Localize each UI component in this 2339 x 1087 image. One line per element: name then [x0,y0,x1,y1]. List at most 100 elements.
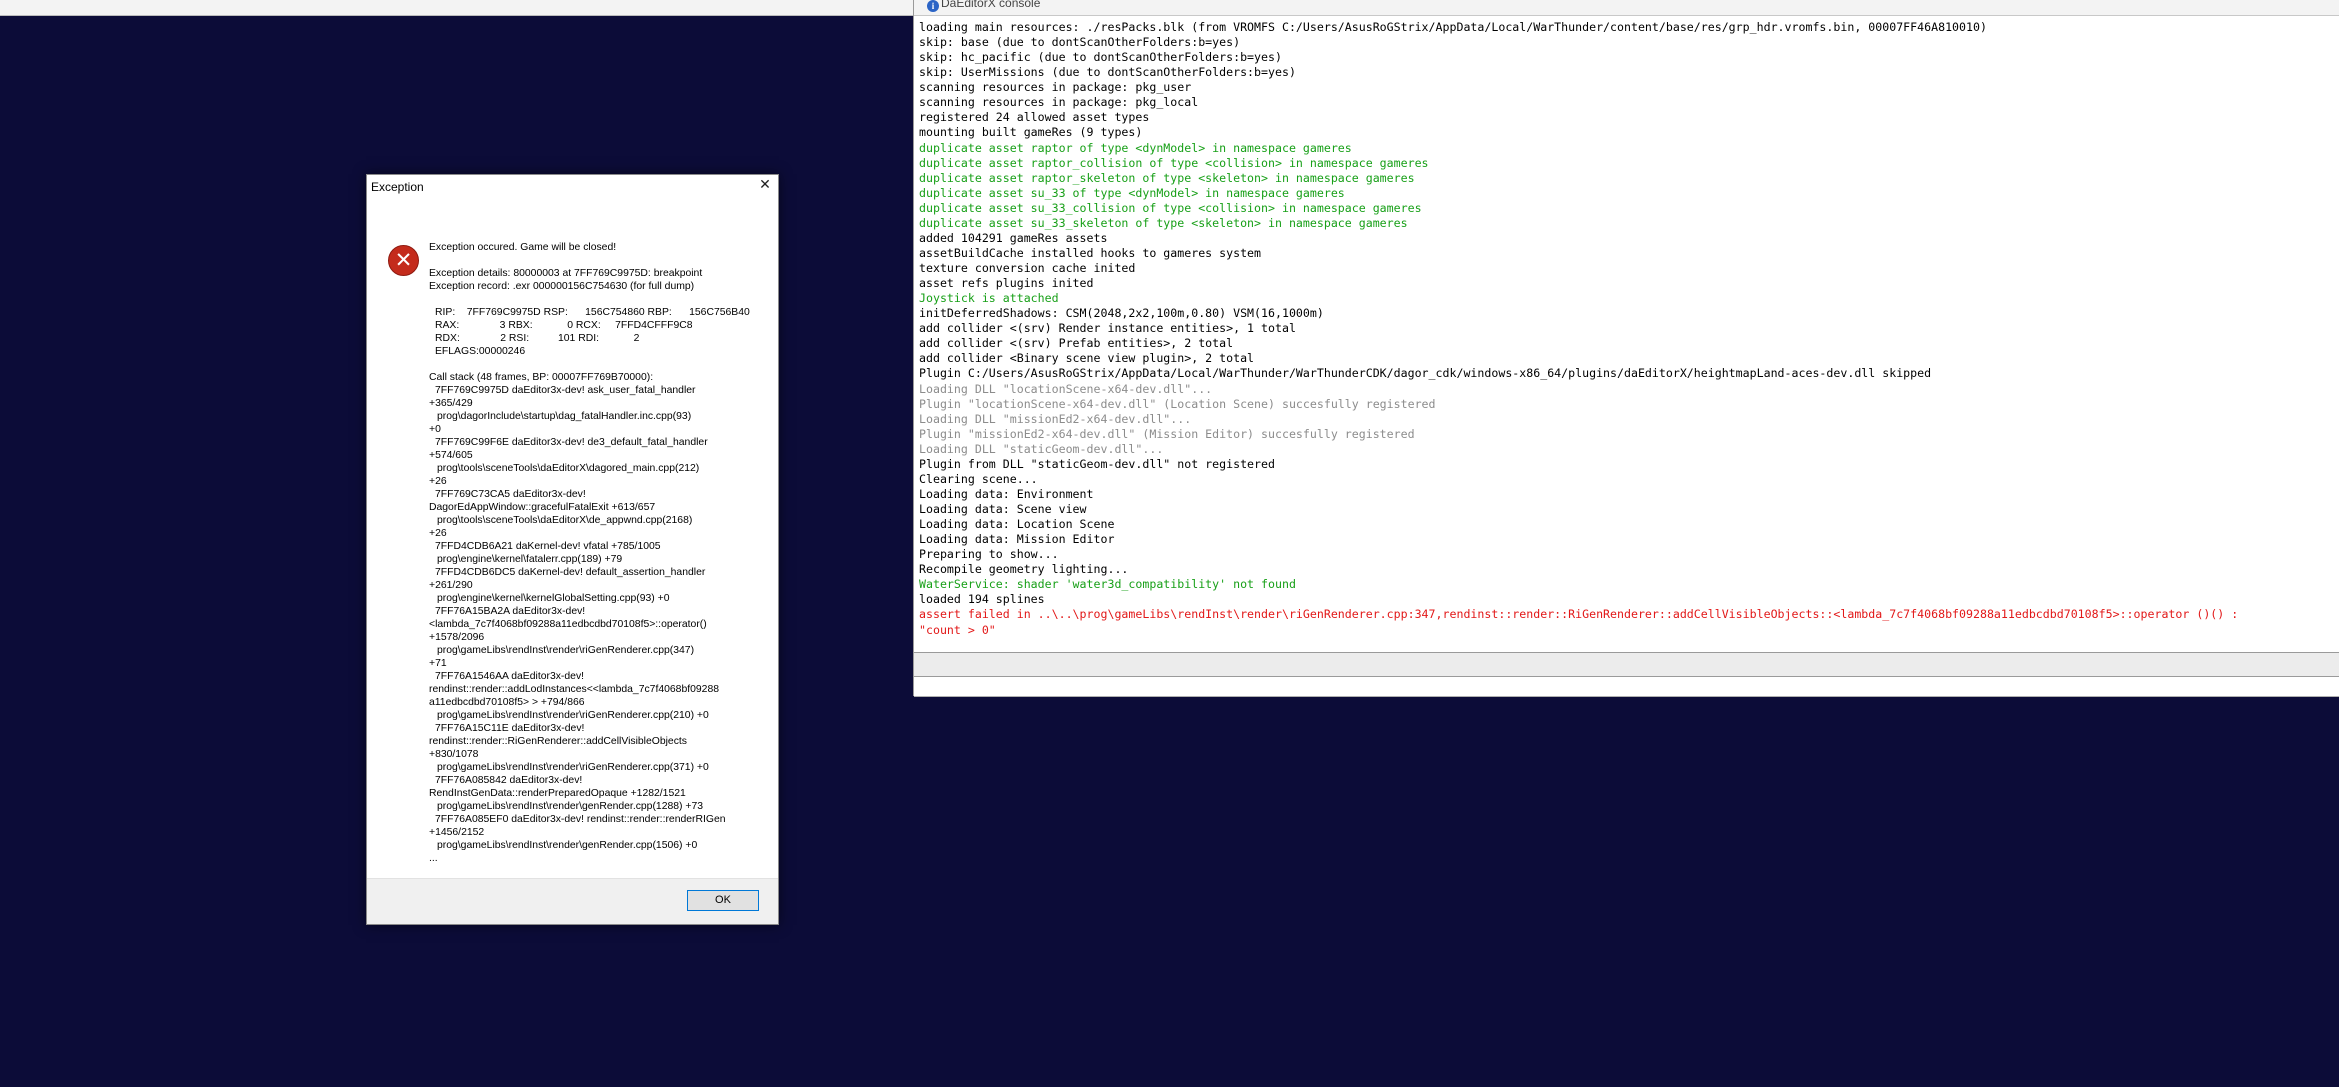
callstack: 7FF769C9975D daEditor3x-dev! ask_user_fa… [429,384,774,865]
dialog-body: ✕ Exception occured. Game will be closed… [367,197,778,864]
callstack-frame: 7FF76A085842 daEditor3x-dev! [435,775,583,786]
callstack-frame: <lambda_7c7f4068bf09288a11edbcdbd70108f5… [429,619,707,630]
log-line: Loading data: Mission Editor [919,532,1115,547]
callstack-frame: 7FF76A085EF0 daEditor3x-dev! rendinst::r… [435,814,726,825]
log-line: Loading data: Environment [919,486,1094,501]
log-line: skip: base (due to dontScanOtherFolders:… [919,35,1241,50]
info-icon: i [927,0,939,12]
console-log[interactable]: loading main resources: ./resPacks.blk (… [919,20,2337,644]
callstack-frame: 7FF769C73CA5 daEditor3x-dev! [435,489,586,500]
exception-dialog: Exception ✕ ✕ Exception occured. Game wi… [366,174,779,925]
register-line: RDX: 2 RSI: 101 RDI: 2 [435,333,640,344]
log-line: duplicate asset su_33 of type <dynModel>… [919,185,1345,200]
dialog-titlebar[interactable]: Exception ✕ [367,175,778,197]
log-line: Loading data: Scene view [919,502,1087,516]
callstack-source: prog\engine\kernel\kernelGlobalSetting.c… [437,593,670,604]
callstack-source: prog\tools\sceneTools\daEditorX\dagored_… [437,463,700,474]
log-line: skip: UserMissions (due to dontScanOther… [919,65,1296,80]
log-line: duplicate asset su_33_skeleton of type <… [919,215,1408,230]
log-line: assetBuildCache installed hooks to gamer… [919,245,1262,260]
log-line: Loading data: Location Scene [919,517,1115,532]
log-line: initDeferredShadows: CSM(2048,2x2,100m,0… [919,306,1324,321]
log-line: Clearing scene... [919,471,1038,486]
callstack-frame: 7FFD4CDB6DC5 daKernel-dev! default_asser… [435,567,706,578]
dialog-footer: OK [367,878,778,924]
callstack-frame: 7FF76A15BA2A daEditor3x-dev! [435,606,586,617]
callstack-header: Call stack (48 frames, BP: 00007FF769B70… [429,372,654,383]
log-line: add collider <Binary scene view plugin>,… [919,351,1255,366]
callstack-frame: +261/290 [429,580,473,591]
console-title: DaEditorX console [941,0,1041,10]
log-line: assert failed in ..\..\prog\gameLibs\ren… [919,607,2239,622]
ok-button[interactable]: OK [687,890,759,911]
console-command-input[interactable] [914,653,2339,677]
error-icon: ✕ [388,245,419,276]
log-line: Loading DLL "locationScene-x64-dev.dll".… [919,381,1213,396]
log-line: Recompile geometry lighting... [919,562,1129,577]
log-line: duplicate asset raptor_collision of type… [919,155,1429,170]
callstack-source: prog\gameLibs\rendInst\render\genRender.… [437,801,704,812]
log-line: Plugin from DLL "staticGeom-dev.dll" not… [919,456,1275,471]
callstack-frame: rendinst::render::addLodInstances<<lambd… [429,684,720,695]
callstack-frame: +365/429 [429,398,473,409]
log-line: duplicate asset su_33_collision of type … [919,200,1422,215]
log-line: "count > 0" [919,622,996,637]
callstack-frame: 7FF76A15C11E daEditor3x-dev! [435,723,585,734]
console-status-bar [914,677,2339,697]
callstack-frame: +830/1078 [429,749,479,760]
callstack-frame: +1578/2096 [429,632,485,643]
callstack-source: prog\engine\kernel\fatalerr.cpp(189) +79 [437,554,623,565]
log-line: Joystick is attached [919,291,1059,306]
callstack-frame: a11edbcdbd70108f5> > +794/866 [429,697,585,708]
register-line: EFLAGS:00000246 [435,346,526,357]
callstack-frame: +0 [429,424,441,435]
log-line: WaterService: shader 'water3d_compatibil… [919,577,1296,592]
log-line: loading main resources: ./resPacks.blk (… [919,20,1987,34]
log-line: scanning resources in package: pkg_user [919,80,1192,95]
log-line: mounting built gameRes (9 types) [919,125,1143,140]
callstack-frame: DagorEdAppWindow::gracefulFatalExit +613… [429,502,656,513]
log-line: Loading DLL "missionEd2-x64-dev.dll"... [919,411,1192,426]
callstack-source: prog\gameLibs\rendInst\render\riGenRende… [437,645,695,656]
log-line: add collider <(srv) Render instance enti… [919,321,1296,336]
register-line: RIP: 7FF769C9975D RSP: 156C754860 RBP: 1… [435,307,750,318]
exception-record: Exception record: .exr 000000156C754630 … [429,281,695,292]
callstack-frame: +1456/2152 [429,827,485,838]
exception-text: Exception occured. Game will be closed! … [429,241,774,865]
log-line: texture conversion cache inited [919,261,1136,275]
callstack-frame: 7FF769C99F6E daEditor3x-dev! de3_default… [435,437,708,448]
log-line: asset refs plugins inited [919,276,1094,291]
console-window: i DaEditorX console loading main resourc… [913,0,2339,697]
exception-message: Exception occured. Game will be closed! [429,242,617,253]
register-dump: RIP: 7FF769C9975D RSP: 156C754860 RBP: 1… [429,306,774,358]
exception-details: Exception details: 80000003 at 7FF769C99… [429,268,703,279]
callstack-source: prog\dagorInclude\startup\dag_fatalHandl… [437,411,692,422]
callstack-frame: 7FFD4CDB6A21 daKernel-dev! vfatal +785/1… [435,541,661,552]
log-line: duplicate asset raptor_skeleton of type … [919,170,1415,185]
callstack-frame: +26 [429,528,447,539]
callstack-frame: +71 [429,658,447,669]
callstack-frame: RendInstGenData::renderPreparedOpaque +1… [429,788,686,799]
callstack-frame: rendinst::render::RiGenRenderer::addCell… [429,736,687,747]
callstack-frame: ... [429,853,438,864]
log-line: add collider <(srv) Prefab entities>, 2 … [919,336,1234,351]
callstack-source: prog\gameLibs\rendInst\render\riGenRende… [437,710,709,721]
log-line: Loading DLL "staticGeom-dev.dll"... [919,441,1164,456]
log-line: Plugin C:/Users/AsusRoGStrix/AppData/Loc… [919,366,1932,381]
callstack-source: prog\gameLibs\rendInst\render\genRender.… [437,840,698,851]
close-button[interactable]: ✕ [755,176,775,194]
log-line: Plugin "locationScene-x64-dev.dll" (Loca… [919,396,1436,411]
log-line: duplicate asset raptor of type <dynModel… [919,140,1352,155]
console-titlebar[interactable]: i DaEditorX console [914,0,2339,16]
log-line: loaded 194 splines [919,592,1045,607]
log-line: registered 24 allowed asset types [919,110,1150,125]
callstack-frame: 7FF76A1546AA daEditor3x-dev! [435,671,585,682]
callstack-frame: 7FF769C9975D daEditor3x-dev! ask_user_fa… [435,385,696,396]
log-line: Preparing to show... [919,547,1059,562]
register-line: RAX: 3 RBX: 0 RCX: 7FFD4CFFF9C8 [435,320,693,331]
callstack-source: prog\gameLibs\rendInst\render\riGenRende… [437,762,709,773]
log-line: added 104291 gameRes assets [919,230,1108,245]
log-line: scanning resources in package: pkg_local [919,95,1199,110]
background-window-titlebar[interactable] [0,0,913,16]
dialog-title: Exception [371,180,424,194]
